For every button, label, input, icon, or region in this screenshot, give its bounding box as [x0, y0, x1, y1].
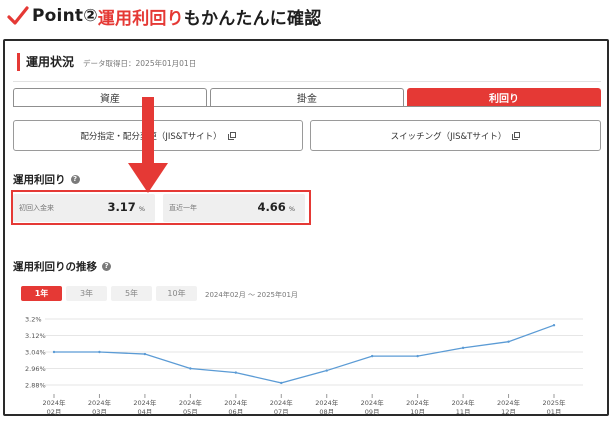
x-tick-label-month: 04月	[138, 408, 153, 415]
y-tick-label: 3.04%	[25, 349, 46, 357]
x-tick-label-year: 2024年	[315, 398, 339, 407]
external-window-icon	[512, 131, 521, 140]
external-window-icon	[227, 131, 236, 140]
x-tick-label-month: 12月	[501, 408, 516, 415]
data-point	[234, 371, 238, 374]
yield-section-title: 運用利回り ?	[13, 172, 80, 187]
x-tick-label-month: 10月	[410, 408, 425, 415]
question-icon[interactable]: ?	[70, 175, 80, 184]
data-point	[143, 352, 147, 356]
status-panel: 運用状況 データ取得日：2025年01月01日 資産 掛金 利回り 配分指定・配…	[3, 39, 609, 416]
highlight-frame	[11, 190, 311, 225]
x-tick-label-year: 2024年	[133, 398, 157, 407]
tab-underline	[13, 106, 601, 107]
x-tick-label-month: 01月	[547, 408, 562, 415]
switching-link-button[interactable]: スイッチング（JIS&Tサイト）	[310, 120, 601, 151]
panel-header: 運用状況 データ取得日：2025年01月01日	[17, 53, 196, 71]
data-point	[189, 367, 192, 370]
period-range: 2024年02月 〜 2025年01月	[205, 291, 298, 299]
tab-bar: 資産 掛金 利回り	[13, 88, 601, 106]
range-tabs: 1年 3年 5年 10年	[21, 286, 197, 301]
x-tick-label-month: 06月	[228, 408, 243, 415]
y-tick-label: 2.96%	[25, 365, 46, 373]
down-arrow-icon	[128, 97, 168, 193]
heading-suffix: もかんたんに確認	[183, 8, 322, 29]
range-tab-1y[interactable]: 1年	[21, 286, 62, 301]
y-tick-label: 3.12%	[25, 332, 46, 340]
point-heading: Point② 運用利回り もかんたんに確認	[6, 3, 321, 29]
data-point	[52, 350, 56, 354]
data-point	[280, 381, 283, 385]
x-tick-label-year: 2024年	[270, 398, 294, 407]
header-divider	[13, 81, 601, 82]
switching-link-label: スイッチング（JIS&Tサイト）	[390, 131, 507, 142]
tab-contributions[interactable]: 掛金	[210, 88, 404, 106]
x-tick-label-year: 2024年	[497, 398, 521, 407]
series-line	[54, 324, 555, 384]
data-point	[461, 346, 465, 350]
data-point	[507, 340, 510, 343]
question-icon[interactable]: ?	[102, 262, 111, 271]
x-tick-label-year: 2024年	[179, 398, 203, 407]
data-point	[552, 323, 556, 327]
panel-title: 運用状況	[26, 55, 75, 69]
x-tick-label-year: 2024年	[361, 398, 385, 407]
x-tick-label-month: 11月	[456, 408, 471, 415]
data-point	[325, 369, 328, 372]
x-tick-label-year: 2024年	[406, 398, 430, 407]
x-tick-label-year: 2025年	[542, 398, 566, 407]
heading-prefix: Point②	[32, 6, 98, 26]
x-tick-label-month: 03月	[92, 408, 107, 415]
x-tick-label-year: 2024年	[452, 398, 476, 407]
trend-section-title: 運用利回りの推移 ?	[13, 259, 111, 274]
range-tab-10y[interactable]: 10年	[156, 286, 197, 301]
x-tick-label-year: 2024年	[88, 398, 112, 407]
x-tick-label-month: 07月	[274, 408, 289, 415]
trend-title: 運用利回りの推移	[13, 261, 97, 273]
x-tick-label-month: 05月	[183, 408, 198, 415]
x-tick-label-month: 08月	[319, 408, 334, 415]
checkmark-icon	[7, 6, 29, 25]
data-point	[416, 354, 419, 358]
range-tab-5y[interactable]: 5年	[111, 286, 152, 301]
y-tick-label: 3.2%	[25, 316, 42, 324]
data-date: データ取得日：2025年01月01日	[83, 59, 197, 68]
y-tick-label: 2.88%	[25, 382, 46, 390]
x-tick-label-year: 2024年	[224, 398, 248, 407]
data-point	[98, 350, 101, 354]
x-tick-label-month: 02月	[47, 408, 62, 415]
yield-title: 運用利回り	[13, 174, 66, 186]
heading-accent: 運用利回り	[97, 8, 184, 29]
x-tick-label-month: 09月	[365, 408, 380, 415]
range-tab-3y[interactable]: 3年	[66, 286, 107, 301]
tab-assets[interactable]: 資産	[13, 88, 207, 106]
x-tick-label-year: 2024年	[42, 398, 66, 407]
data-point	[370, 354, 374, 358]
tab-yield[interactable]: 利回り	[407, 88, 601, 106]
yield-trend-chart: 2.88%2.96%3.04%3.12%3.2%2024年02月2024年03月…	[25, 316, 583, 415]
